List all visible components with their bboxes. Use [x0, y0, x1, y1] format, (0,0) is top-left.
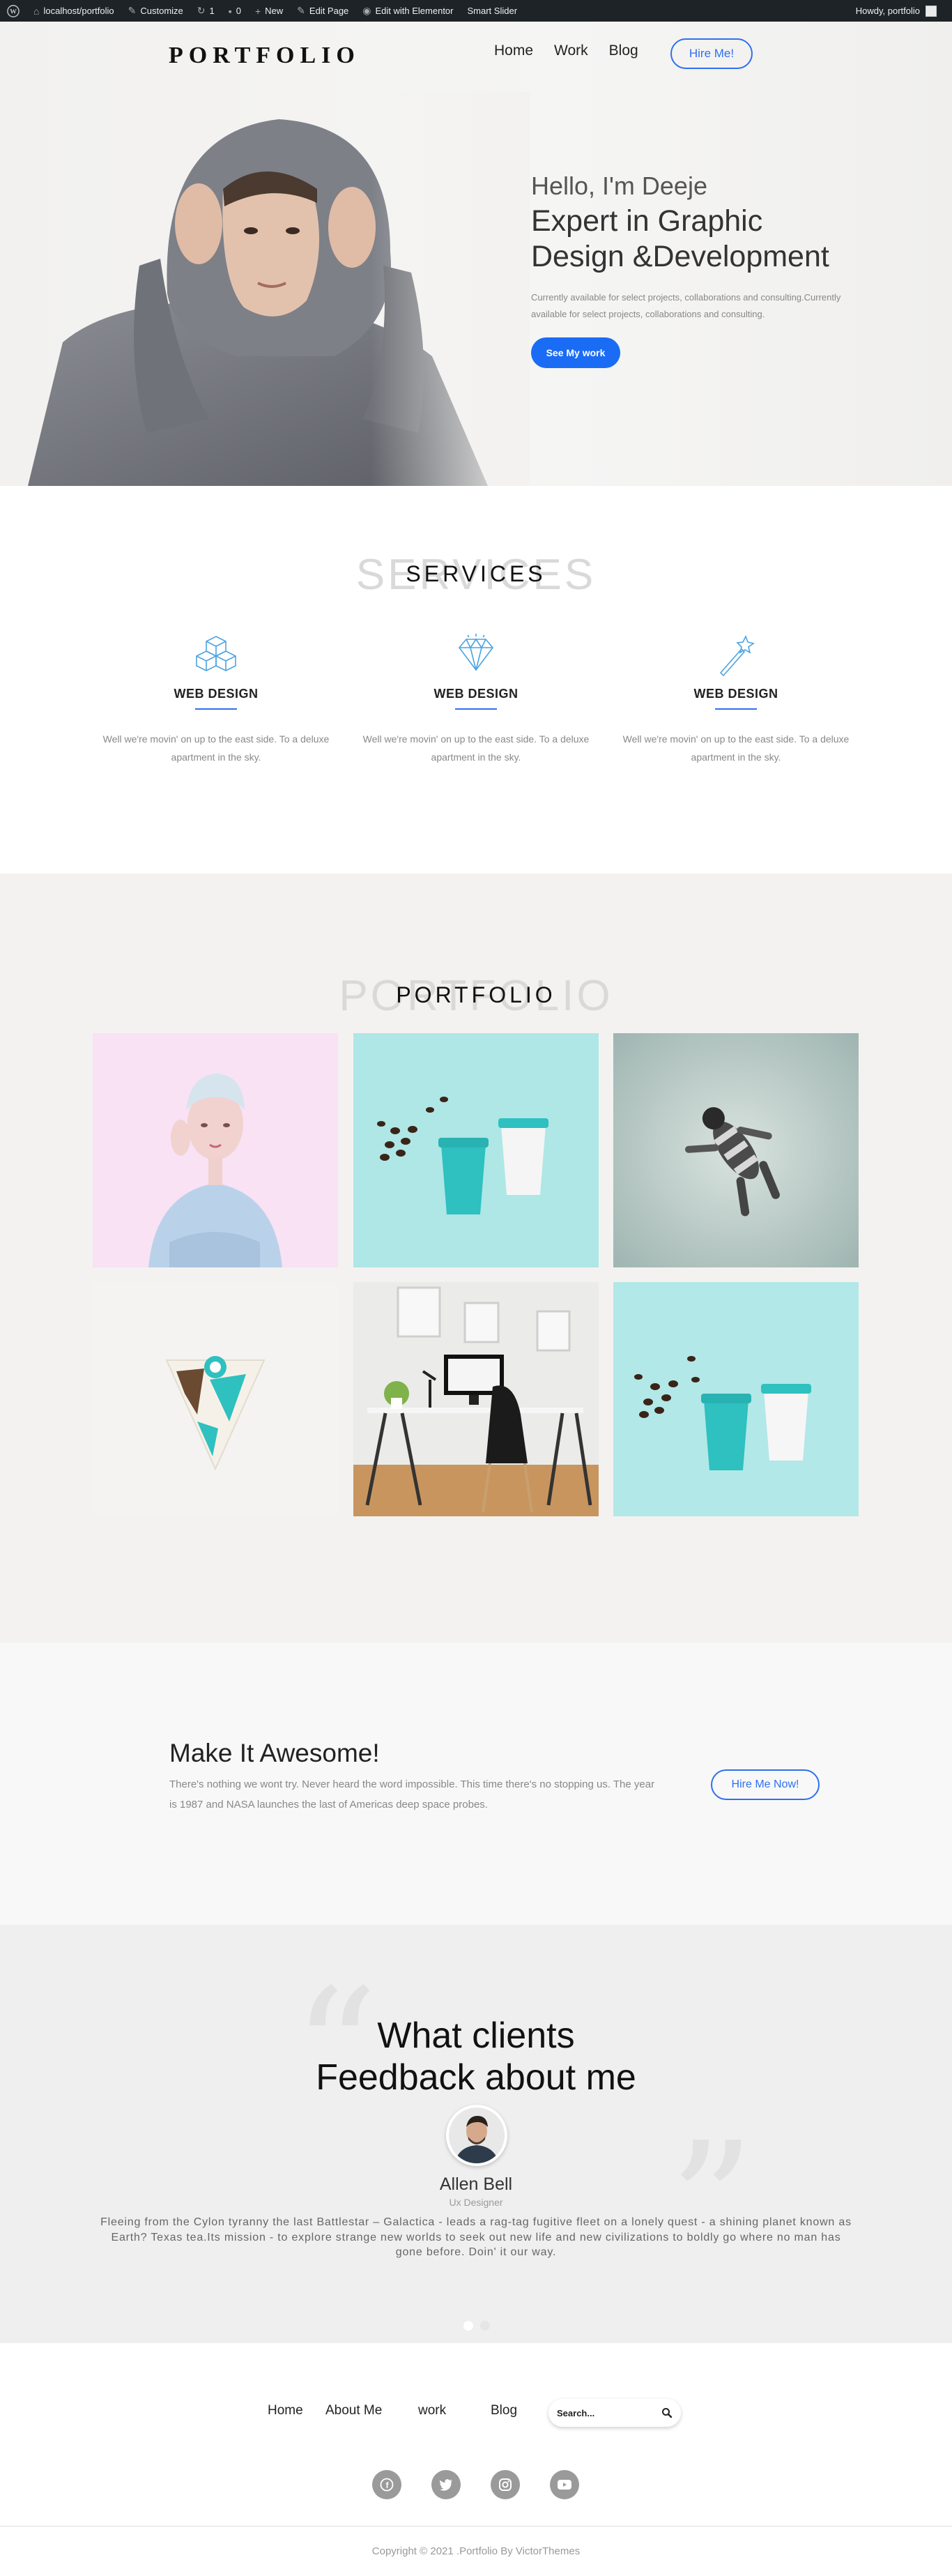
portfolio-item[interactable] — [353, 1282, 599, 1516]
footer-nav-home[interactable]: Home — [268, 2403, 303, 2418]
portfolio-section: PORTFOLIO PORTFOLIO — [0, 874, 952, 1643]
admin-smart-slider[interactable]: Smart Slider — [461, 0, 525, 22]
hero-photo — [0, 91, 530, 486]
hero-greeting: Hello, I'm Deeje — [531, 172, 707, 200]
comment-icon: ▪ — [228, 5, 232, 17]
portfolio-image — [353, 1282, 599, 1516]
admin-account[interactable]: Howdy, portfolio — [856, 5, 952, 17]
hire-me-button[interactable]: Hire Me! — [670, 38, 753, 69]
hero-subtitle: Currently available for select projects,… — [531, 292, 841, 319]
admin-updates[interactable]: ↻ 1 — [190, 0, 222, 22]
footer-nav-blog[interactable]: Blog — [491, 2403, 517, 2418]
service-card: WEB DESIGN Well we're movin' on up to th… — [101, 632, 331, 767]
nav-work[interactable]: Work — [554, 43, 588, 59]
footer-nav-about[interactable]: About Me — [325, 2403, 382, 2418]
site-header: PORTFOLIO Home Work Blog Hire Me! — [0, 22, 952, 91]
youtube-icon[interactable] — [550, 2470, 579, 2499]
search-input[interactable]: Search... — [557, 2408, 594, 2418]
hero-title: Expert in Graphic Design &Development — [531, 204, 893, 274]
service-title: WEB DESIGN — [174, 687, 259, 701]
svg-text:W: W — [10, 8, 17, 15]
client-role: Ux Designer — [449, 2197, 503, 2208]
portfolio-image — [613, 1282, 859, 1516]
admin-comments[interactable]: ▪ 0 — [222, 0, 248, 22]
client-avatar — [446, 2105, 507, 2166]
service-card: WEB DESIGN Well we're movin' on up to th… — [361, 632, 591, 767]
portfolio-item[interactable] — [353, 1033, 599, 1267]
testimonial-section: “ ” What clients Feedback about me Allen… — [0, 1925, 952, 2343]
portfolio-image — [93, 1033, 338, 1267]
site-logo[interactable]: PORTFOLIO — [169, 43, 360, 69]
service-underline — [455, 708, 497, 710]
slider-dot[interactable] — [480, 2321, 490, 2331]
wordpress-menu[interactable]: W — [0, 0, 26, 22]
plus-icon: + — [254, 5, 261, 17]
services-section: SERVICES SERVICES WEB DESIGN Well we're … — [0, 486, 952, 874]
instagram-icon[interactable] — [491, 2470, 520, 2499]
magic-wand-icon — [719, 635, 755, 677]
admin-avatar — [926, 5, 937, 17]
pencil-icon: ✎ — [297, 5, 305, 16]
service-card: WEB DESIGN Well we're movin' on up to th… — [621, 632, 851, 767]
cta-text: There's nothing we wont try. Never heard… — [169, 1778, 655, 1811]
site-footer: Home About Me work Blog Search... f Copy… — [0, 2343, 952, 2576]
footer-nav-work[interactable]: work — [418, 2403, 446, 2418]
see-my-work-button[interactable]: See My work — [531, 337, 620, 369]
admin-site-link[interactable]: ⌂ localhost/portfolio — [26, 0, 121, 22]
search-icon[interactable] — [661, 2407, 673, 2418]
service-underline — [195, 708, 237, 710]
footer-divider — [0, 2526, 952, 2527]
testimonial-title-line-1: What clients — [377, 2015, 575, 2056]
elementor-icon: ◉ — [362, 5, 371, 16]
portfolio-item[interactable] — [613, 1282, 859, 1516]
wordpress-icon: W — [7, 4, 20, 17]
slider-dots — [463, 2321, 490, 2331]
updates-icon: ↻ — [197, 5, 206, 16]
admin-new[interactable]: + New — [248, 0, 290, 22]
service-text: Well we're movin' on up to the east side… — [102, 733, 330, 763]
cubes-icon — [196, 636, 236, 671]
admin-bar: W ⌂ localhost/portfolio ✎ Customize ↻ 1 ▪ 0 … — [0, 0, 952, 22]
service-text: Well we're movin' on up to the east side… — [622, 733, 850, 763]
testimonial-title-line-2: Feedback about me — [316, 2057, 636, 2098]
diamond-icon — [458, 634, 494, 671]
slider-dot-active[interactable] — [463, 2321, 473, 2331]
portfolio-item[interactable] — [613, 1033, 859, 1267]
paintbrush-icon: ✎ — [128, 5, 137, 16]
cta-title: Make It Awesome! — [169, 1739, 380, 1767]
admin-edit-page[interactable]: ✎ Edit Page — [290, 0, 355, 22]
cta-section: Make It Awesome! There's nothing we wont… — [0, 1643, 952, 1925]
client-name: Allen Bell — [439, 2174, 513, 2194]
service-title: WEB DESIGN — [433, 687, 519, 701]
home-icon: ⌂ — [33, 5, 40, 17]
nav-blog[interactable]: Blog — [609, 43, 638, 59]
facebook-icon[interactable]: f — [372, 2470, 401, 2499]
service-underline — [715, 708, 757, 710]
portfolio-image — [353, 1033, 599, 1267]
hire-me-now-button[interactable]: Hire Me Now! — [711, 1769, 820, 1800]
copyright-text: Copyright © 2021 .Portfolio By VictorThe… — [371, 2545, 581, 2557]
hero-title-line-1: Expert in Graphic — [531, 204, 763, 238]
nav-home[interactable]: Home — [494, 43, 533, 59]
admin-elementor[interactable]: ◉ Edit with Elementor — [355, 0, 460, 22]
twitter-icon[interactable] — [431, 2470, 461, 2499]
portfolio-item[interactable] — [93, 1282, 338, 1516]
portfolio-title: PORTFOLIO — [396, 982, 556, 1007]
svg-text:f: f — [386, 2480, 390, 2490]
admin-customize[interactable]: ✎ Customize — [121, 0, 190, 22]
main-nav: Home Work Blog — [494, 43, 638, 59]
portfolio-item[interactable] — [93, 1033, 338, 1267]
testimonial-text: Fleeing from the Cylon tyranny the last … — [100, 2216, 852, 2259]
portfolio-image — [93, 1282, 338, 1516]
portfolio-image — [613, 1033, 859, 1267]
service-text: Well we're movin' on up to the east side… — [362, 733, 590, 763]
hero-text: Hello, I'm Deeje Expert in Graphic Desig… — [531, 172, 893, 369]
services-title: SERVICES — [406, 561, 546, 586]
hero-title-line-2: Design &Development — [531, 239, 829, 273]
service-title: WEB DESIGN — [693, 687, 778, 701]
footer-search[interactable]: Search... — [548, 2399, 681, 2427]
testimonial-title: What clients Feedback about me — [0, 2015, 952, 2099]
